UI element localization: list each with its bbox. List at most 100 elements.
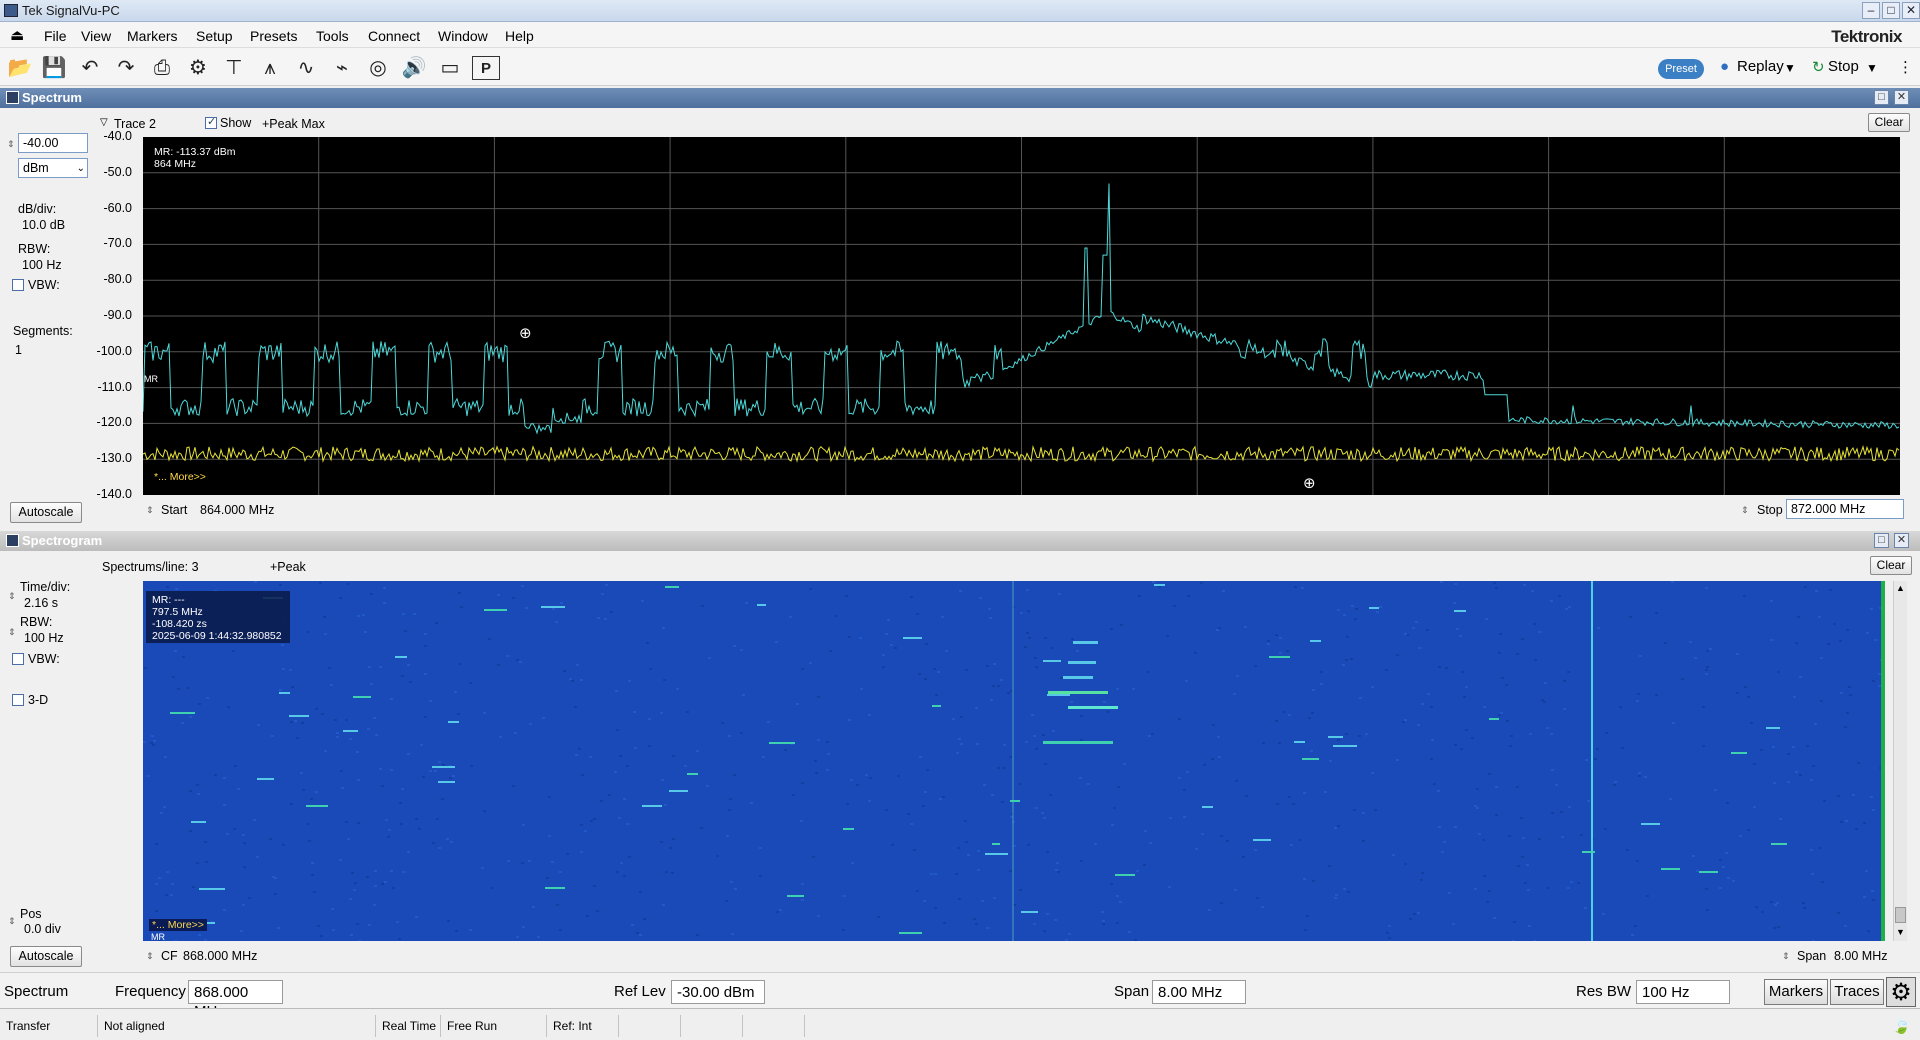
menu-connect[interactable]: Connect	[368, 28, 420, 44]
save-icon[interactable]: 💾	[40, 56, 68, 80]
spectrum-more-link[interactable]: *... More>>	[154, 471, 206, 483]
menu-file[interactable]: File	[44, 28, 67, 44]
spectrum-autoscale-button[interactable]: Autoscale	[10, 502, 82, 523]
db-div-value[interactable]: 10.0 dB	[22, 218, 65, 232]
time-div-value[interactable]: 2.16 s	[24, 596, 58, 610]
move-cursor-icon[interactable]: ⊕	[519, 324, 532, 342]
spectrum-clear-button[interactable]: Clear	[1868, 113, 1910, 132]
vbw-checkbox[interactable]	[12, 279, 24, 291]
spectrogram-burst	[484, 609, 507, 611]
time-div-spinner-icon[interactable]: ⇕	[8, 591, 16, 602]
cf-value[interactable]: 868.000 MHz	[183, 949, 257, 963]
more-options-icon[interactable]: ⋮	[1898, 58, 1913, 76]
markers-button[interactable]: Markers	[1764, 979, 1828, 1005]
spectrogram-maximize-icon[interactable]: □	[1874, 533, 1889, 548]
minimize-button[interactable]: –	[1862, 2, 1880, 19]
spectrogram-speckle	[552, 608, 555, 610]
spectrogram-speckle	[379, 768, 382, 770]
spectrogram-speckle	[1359, 697, 1362, 699]
ref-level-input[interactable]: -40.00	[18, 133, 88, 153]
trace-dropdown-icon[interactable]: ▽	[100, 117, 108, 128]
spectrogram-autoscale-button[interactable]: Autoscale	[10, 946, 82, 967]
sg-vbw-checkbox[interactable]	[12, 653, 24, 665]
spectrogram-speckle	[438, 847, 441, 849]
pos-spinner-icon[interactable]: ⇕	[8, 916, 16, 927]
spectrum-close-icon[interactable]: ✕	[1894, 90, 1909, 105]
display-icon[interactable]: ⌁	[328, 56, 356, 80]
threed-checkbox[interactable]	[12, 694, 24, 706]
settings-gear-button-icon[interactable]: ⚙	[1886, 977, 1916, 1007]
show-trace-checkbox[interactable]	[205, 115, 217, 129]
start-spinner-icon[interactable]: ⇕	[146, 505, 154, 516]
undo-icon[interactable]: ↶	[76, 56, 104, 80]
measure-icon[interactable]: ⩚	[256, 56, 284, 80]
menu-setup[interactable]: Setup	[196, 28, 233, 44]
spectrogram-speckle	[1346, 636, 1349, 638]
scroll-down-icon[interactable]: ▼	[1896, 927, 1905, 937]
spectrogram-speckle	[1186, 771, 1189, 773]
spectrogram-speckle	[1567, 887, 1570, 889]
spectrogram-speckle	[368, 666, 371, 668]
audio-icon[interactable]: 🔊	[400, 56, 428, 80]
move-cursor-icon-2[interactable]: ⊕	[1303, 474, 1316, 492]
spectrogram-speckle	[1799, 676, 1802, 678]
spectrogram-scrollbar[interactable]: ▲ ▼	[1893, 581, 1907, 941]
waveform-icon[interactable]: ∿	[292, 56, 320, 80]
sg-span-spinner-icon[interactable]: ⇕	[1782, 951, 1790, 962]
spectrogram-speckle	[174, 650, 177, 652]
menu-view[interactable]: View	[81, 28, 111, 44]
open-folder-icon[interactable]: 📂	[6, 56, 34, 80]
spectrogram-speckle	[1275, 634, 1278, 636]
cf-spinner-icon[interactable]: ⇕	[146, 951, 154, 962]
print-icon[interactable]: ⎙	[148, 56, 176, 80]
spectrogram-close-icon[interactable]: ✕	[1894, 533, 1909, 548]
stop-input[interactable]: 872.000 MHz	[1786, 499, 1904, 519]
reflev-input[interactable]: -30.00 dBm	[671, 980, 765, 1004]
spectrums-per-line[interactable]: Spectrums/line: 3	[102, 560, 199, 574]
spectrogram-clear-button[interactable]: Clear	[1870, 556, 1912, 575]
pos-value[interactable]: 0.0 div	[24, 922, 61, 936]
time-div-label: Time/div:	[20, 580, 71, 594]
menu-presets[interactable]: Presets	[250, 28, 297, 44]
settings-gear-icon[interactable]: ⚙	[184, 56, 212, 80]
status-alignment[interactable]: Not aligned	[98, 1015, 376, 1037]
camera-icon[interactable]: ▭	[436, 56, 464, 80]
stop-button[interactable]: Stop	[1828, 58, 1859, 75]
trace-mode[interactable]: +Peak Max	[262, 117, 325, 131]
resbw-input[interactable]: 100 Hz	[1636, 980, 1730, 1004]
sg-span-value[interactable]: 8.00 MHz	[1834, 949, 1888, 963]
spectrogram-speckle	[631, 924, 634, 926]
preset-button[interactable]: Preset	[1658, 59, 1704, 79]
spectrogram-peak-mode[interactable]: +Peak	[270, 560, 306, 574]
replay-dropdown-icon[interactable]: ▼	[1784, 61, 1796, 75]
preset-p-icon[interactable]: P	[472, 56, 500, 80]
disk-icon[interactable]: ◎	[364, 56, 392, 80]
menu-window[interactable]: Window	[438, 28, 488, 44]
spectrogram-more-link[interactable]: *... More>>	[149, 919, 207, 931]
menu-help[interactable]: Help	[505, 28, 534, 44]
eject-icon[interactable]: ⏏	[10, 26, 24, 44]
scroll-thumb[interactable]	[1895, 907, 1906, 923]
span-input[interactable]: 8.00 MHz	[1152, 980, 1246, 1004]
replay-button[interactable]: Replay	[1737, 58, 1784, 75]
maximize-button[interactable]: □	[1882, 2, 1900, 19]
redo-icon[interactable]: ↷	[112, 56, 140, 80]
unit-select[interactable]: dBm ⌄	[18, 158, 88, 178]
sg-rbw-spinner-icon[interactable]: ⇕	[8, 627, 16, 638]
menu-tools[interactable]: Tools	[316, 28, 349, 44]
spectrum-maximize-icon[interactable]: □	[1874, 90, 1889, 105]
scroll-up-icon[interactable]: ▲	[1896, 583, 1905, 593]
rbw-value[interactable]: 100 Hz	[22, 258, 62, 272]
close-button[interactable]: ✕	[1902, 2, 1920, 19]
ref-level-spinner-icon[interactable]: ⇕	[7, 139, 15, 150]
frequency-input[interactable]: 868.000 MHz	[188, 980, 283, 1020]
spectrogram-plot[interactable]: MR: --- 797.5 MHz -108.420 zs 2025-06-09…	[143, 581, 1885, 941]
spectrum-plot[interactable]: MR: -113.37 dBm 864 MHz *... More>> MR ⊕…	[143, 137, 1900, 495]
sg-rbw-value[interactable]: 100 Hz	[24, 631, 64, 645]
traces-button[interactable]: Traces	[1830, 979, 1884, 1005]
menu-markers[interactable]: Markers	[127, 28, 178, 44]
stop-dropdown-icon[interactable]: ▼	[1866, 61, 1878, 75]
trigger-icon[interactable]: ⊤	[220, 56, 248, 80]
start-value[interactable]: 864.000 MHz	[200, 503, 274, 517]
stop-spinner-icon[interactable]: ⇕	[1741, 505, 1749, 516]
